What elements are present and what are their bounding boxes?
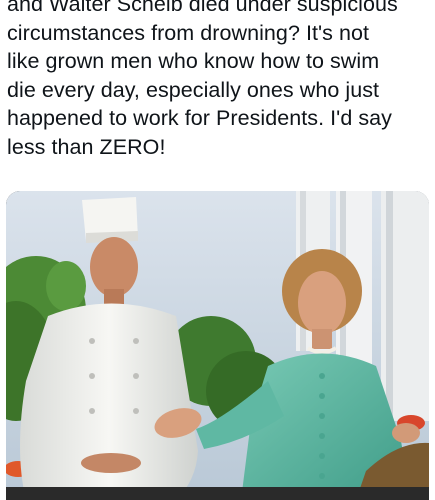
post-media-photo[interactable] <box>6 191 429 500</box>
post-text: and Walter Scheib died under suspicious … <box>7 0 398 159</box>
photo-image <box>6 191 429 500</box>
